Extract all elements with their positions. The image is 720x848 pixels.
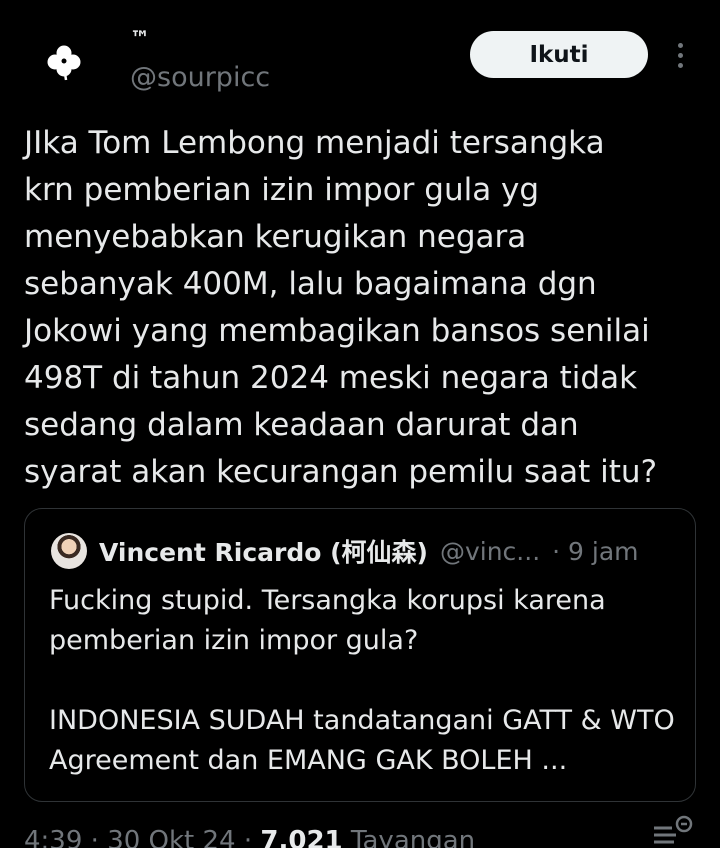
more-options-icon[interactable] — [666, 38, 694, 72]
quoted-header: Vincent Ricardo (柯仙森) @vinc... · 9 jam — [99, 533, 689, 569]
quoted-text-paragraph-2: INDONESIA SUDAH tandatangani GATT & WTO … — [49, 705, 675, 776]
quoted-timestamp: · 9 jam — [552, 536, 639, 566]
follow-button[interactable]: Ikuti — [470, 31, 648, 78]
separator-dot: · — [90, 826, 108, 848]
separator-dot: · — [243, 826, 261, 848]
quoted-author-name: Vincent Ricardo (柯仙森) — [99, 538, 428, 567]
tweet-text: JIka Tom Lembong menjadi tersangka krn p… — [24, 125, 658, 490]
author-handle[interactable]: @sourpicc — [130, 62, 270, 93]
views-label: Tayangan — [350, 826, 476, 848]
tweet-date[interactable]: 30 Okt 24 — [107, 826, 235, 848]
quoted-avatar[interactable] — [51, 533, 87, 569]
quoted-text: Fucking stupid. Tersangka korupsi karena… — [49, 581, 689, 781]
quoted-text-paragraph-1: Fucking stupid. Tersangka korupsi karena… — [49, 585, 606, 656]
analytics-icon[interactable] — [650, 814, 696, 848]
tweet-time[interactable]: 4:39 — [24, 826, 82, 848]
views-count: 7.021 — [260, 826, 343, 848]
tweet: ™ @sourpicc Ikuti JIka Tom Lembong menja… — [0, 0, 720, 848]
author-name[interactable]: ™ — [130, 26, 150, 50]
clover-icon[interactable] — [36, 34, 92, 90]
quoted-author-handle: @vinc... — [439, 536, 541, 566]
quoted-tweet[interactable]: Vincent Ricardo (柯仙森) @vinc... · 9 jam F… — [24, 508, 696, 802]
tweet-footer: 4:39 · 30 Okt 24 · 7.021 Tayangan — [24, 826, 475, 848]
